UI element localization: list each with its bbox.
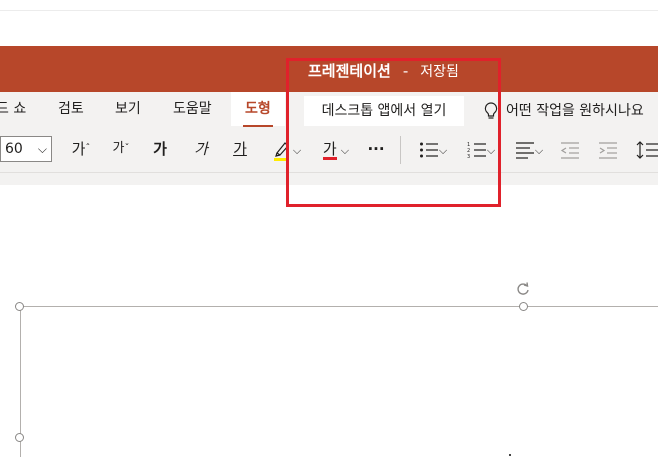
shrink-font-button[interactable]: 가ˇ	[110, 136, 132, 162]
tab-shape[interactable]: 도형	[231, 92, 285, 127]
resize-handle-top-middle[interactable]	[519, 302, 528, 311]
decrease-indent-button[interactable]	[558, 136, 582, 162]
stray-dot	[509, 454, 511, 456]
annotation-highlight-box	[286, 58, 501, 207]
italic-button[interactable]: 가	[191, 136, 211, 162]
bold-button[interactable]: 가	[150, 136, 170, 162]
resize-handle-middle-left[interactable]	[15, 433, 24, 442]
font-size-value: 60	[5, 141, 23, 157]
shrink-font-glyph: 가	[112, 141, 125, 156]
resize-handle-top-left[interactable]	[15, 302, 24, 311]
line-spacing-button[interactable]	[636, 136, 658, 162]
tab-slideshow[interactable]: 드 쇼	[0, 92, 26, 126]
rotate-icon	[517, 282, 529, 295]
line-spacing-icon	[636, 140, 658, 159]
decrease-indent-icon	[560, 141, 579, 159]
font-size-dropdown[interactable]: 60 ⌵	[0, 136, 52, 162]
caret-down-icon: ˇ	[124, 143, 130, 154]
underline-button[interactable]: 가	[230, 136, 250, 162]
tab-help[interactable]: 도움말	[173, 92, 212, 126]
chevron-down-icon: ⌵	[37, 142, 47, 156]
tell-me-search[interactable]: 어떤 작업을 원하시나요	[484, 100, 644, 120]
shape-top-border	[20, 306, 658, 307]
chevron-down-icon: ⌵	[534, 144, 544, 157]
rotate-handle[interactable]	[515, 281, 531, 301]
tell-me-label: 어떤 작업을 원하시나요	[506, 103, 644, 119]
tab-view[interactable]: 보기	[115, 92, 141, 126]
align-button[interactable]: ⌵	[510, 136, 548, 162]
increase-indent-icon	[599, 141, 617, 159]
top-divider	[0, 10, 658, 11]
grow-font-button[interactable]: 가ˆ	[70, 136, 92, 162]
grow-font-glyph: 가	[71, 140, 86, 158]
tab-review[interactable]: 검토	[58, 92, 84, 126]
browser-top-strip	[0, 0, 658, 10]
caret-up-icon: ˆ	[85, 143, 91, 154]
increase-indent-button[interactable]	[596, 136, 620, 162]
align-left-icon	[515, 141, 534, 159]
